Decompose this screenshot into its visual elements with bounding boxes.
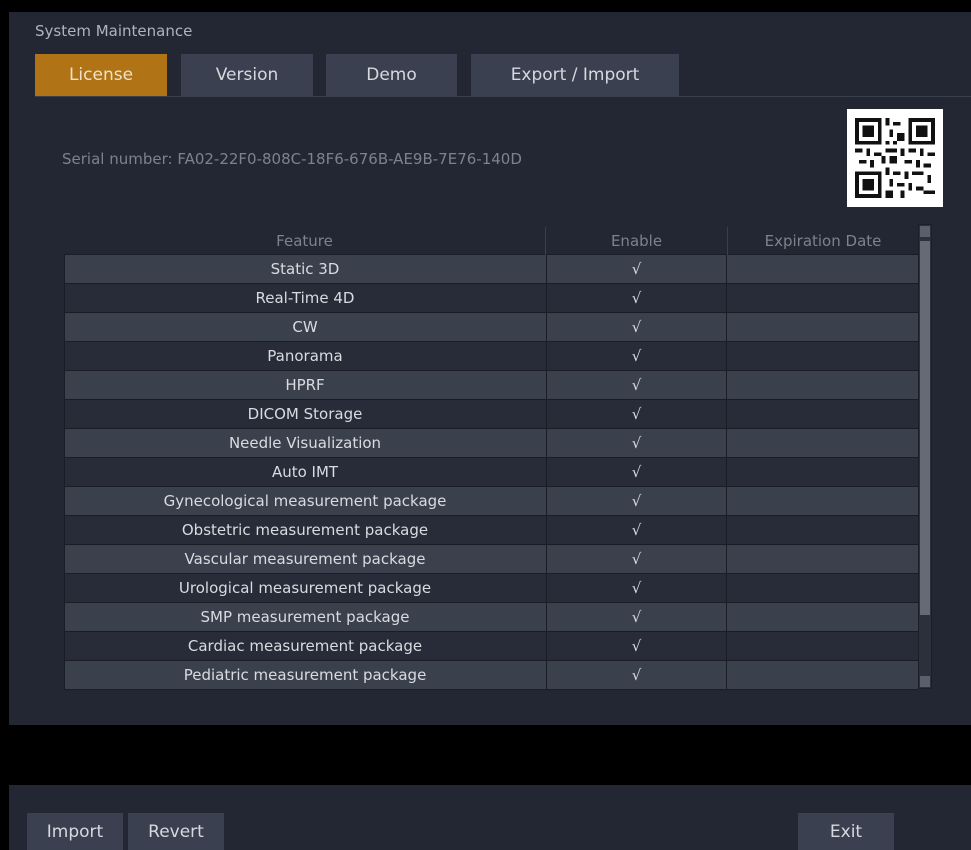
table-row[interactable]: Cardiac measurement package √ xyxy=(64,632,918,661)
table-scrollbar[interactable] xyxy=(918,224,932,689)
window-title: System Maintenance xyxy=(35,22,193,40)
feature-cell: Urological measurement package xyxy=(64,574,545,602)
enable-cell: √ xyxy=(546,458,727,486)
enable-cell: √ xyxy=(546,574,727,602)
feature-cell: Auto IMT xyxy=(64,458,545,486)
column-header-enable: Enable xyxy=(610,232,663,250)
tab-demo[interactable]: Demo xyxy=(326,54,457,96)
table-row[interactable]: Panorama √ xyxy=(64,342,918,371)
feature-cell: Needle Visualization xyxy=(64,429,545,457)
enable-cell: √ xyxy=(546,487,727,515)
enable-cell: √ xyxy=(546,255,727,283)
expiration-cell xyxy=(728,313,918,341)
expiration-cell xyxy=(728,255,918,283)
enable-cell: √ xyxy=(546,429,727,457)
feature-cell: CW xyxy=(64,313,545,341)
feature-cell: Real-Time 4D xyxy=(64,284,545,312)
enable-cell: √ xyxy=(546,603,727,631)
expiration-cell xyxy=(728,371,918,399)
feature-cell: Obstetric measurement package xyxy=(64,516,545,544)
table-row[interactable]: CW √ xyxy=(64,313,918,342)
table-row[interactable]: Static 3D √ xyxy=(64,255,918,284)
tab-divider xyxy=(35,96,971,97)
expiration-cell xyxy=(728,458,918,486)
tab-version[interactable]: Version xyxy=(181,54,313,96)
expiration-cell xyxy=(728,516,918,544)
tab-export-import[interactable]: Export / Import xyxy=(471,54,679,96)
scroll-down-arrow[interactable] xyxy=(920,676,930,687)
enable-cell: √ xyxy=(546,632,727,660)
enable-cell: √ xyxy=(546,545,727,573)
table-row[interactable]: Auto IMT √ xyxy=(64,458,918,487)
expiration-cell xyxy=(728,632,918,660)
expiration-cell xyxy=(728,487,918,515)
expiration-cell xyxy=(728,429,918,457)
column-header-expiration: Expiration Date xyxy=(764,232,882,250)
enable-cell: √ xyxy=(546,516,727,544)
import-button[interactable]: Import xyxy=(27,813,123,850)
table-row[interactable]: Real-Time 4D √ xyxy=(64,284,918,313)
table-row[interactable]: Pediatric measurement package √ xyxy=(64,661,918,690)
expiration-cell xyxy=(728,342,918,370)
scroll-thumb[interactable] xyxy=(920,241,930,615)
table-row[interactable]: Urological measurement package √ xyxy=(64,574,918,603)
expiration-cell xyxy=(728,661,918,689)
exit-button[interactable]: Exit xyxy=(798,813,894,850)
column-header-feature: Feature xyxy=(276,232,333,250)
feature-cell: SMP measurement package xyxy=(64,603,545,631)
feature-cell: DICOM Storage xyxy=(64,400,545,428)
table-row[interactable]: Obstetric measurement package √ xyxy=(64,516,918,545)
feature-table: Feature Enable Expiration Date Static 3D… xyxy=(64,227,918,690)
revert-button[interactable]: Revert xyxy=(128,813,224,850)
table-row[interactable]: HPRF √ xyxy=(64,371,918,400)
system-maintenance-window: System Maintenance License Version Demo … xyxy=(9,12,971,850)
table-row[interactable]: Vascular measurement package √ xyxy=(64,545,918,574)
feature-cell: HPRF xyxy=(64,371,545,399)
enable-cell: √ xyxy=(546,371,727,399)
feature-cell: Gynecological measurement package xyxy=(64,487,545,515)
feature-cell: Panorama xyxy=(64,342,545,370)
table-header: Feature Enable Expiration Date xyxy=(64,227,918,255)
table-row[interactable]: DICOM Storage √ xyxy=(64,400,918,429)
tab-license[interactable]: License xyxy=(35,54,167,96)
status-bar xyxy=(9,725,971,785)
expiration-cell xyxy=(728,545,918,573)
scroll-up-arrow[interactable] xyxy=(920,226,930,237)
feature-cell: Static 3D xyxy=(64,255,545,283)
enable-cell: √ xyxy=(546,342,727,370)
feature-cell: Cardiac measurement package xyxy=(64,632,545,660)
feature-cell: Pediatric measurement package xyxy=(64,661,545,689)
expiration-cell xyxy=(728,574,918,602)
feature-cell: Vascular measurement package xyxy=(64,545,545,573)
enable-cell: √ xyxy=(546,400,727,428)
table-row[interactable]: Needle Visualization √ xyxy=(64,429,918,458)
expiration-cell xyxy=(728,400,918,428)
enable-cell: √ xyxy=(546,284,727,312)
expiration-cell xyxy=(728,603,918,631)
table-row[interactable]: SMP measurement package √ xyxy=(64,603,918,632)
enable-cell: √ xyxy=(546,313,727,341)
enable-cell: √ xyxy=(546,661,727,689)
table-row[interactable]: Gynecological measurement package √ xyxy=(64,487,918,516)
expiration-cell xyxy=(728,284,918,312)
qr-code-icon xyxy=(847,109,943,207)
serial-number: Serial number: FA02-22F0-808C-18F6-676B-… xyxy=(62,150,522,168)
